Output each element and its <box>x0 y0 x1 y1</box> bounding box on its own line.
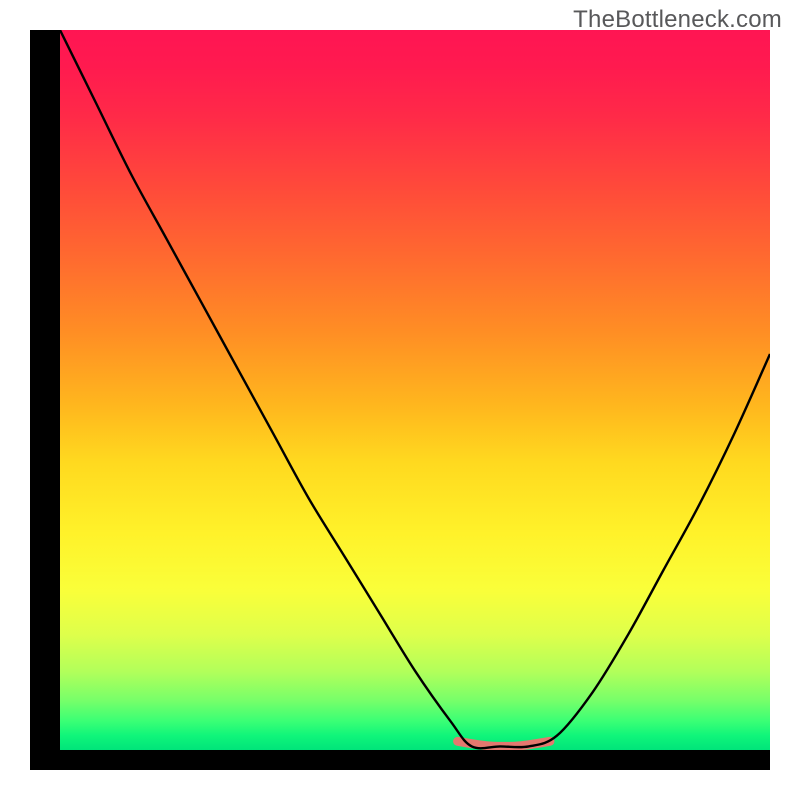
curve-path <box>60 30 770 748</box>
watermark-text: TheBottleneck.com <box>573 6 782 34</box>
bottleneck-curve <box>60 30 770 750</box>
chart-container: TheBottleneck.com <box>0 0 800 800</box>
